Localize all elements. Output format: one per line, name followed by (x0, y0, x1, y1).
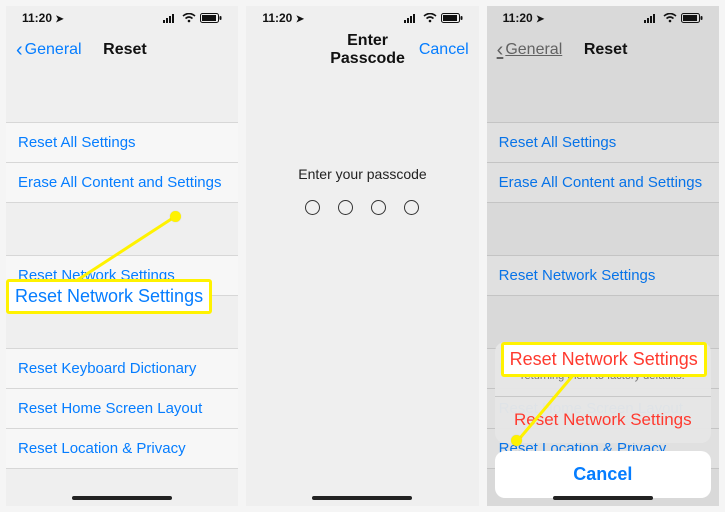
reset-home-screen-layout[interactable]: Reset Home Screen Layout (6, 389, 238, 429)
chevron-left-icon: ‹ (16, 40, 23, 60)
location-arrow-icon: ➤ (296, 14, 304, 25)
signal-icon (163, 13, 178, 23)
erase-all-content[interactable]: Erase All Content and Settings (487, 163, 719, 203)
status-time: 11:20 (22, 11, 52, 25)
reset-group-3: Reset Keyboard Dictionary Reset Home Scr… (6, 348, 238, 469)
battery-icon (681, 13, 703, 23)
passcode-prompt: Enter your passcode (298, 166, 426, 182)
passcode-area: Enter your passcode (246, 70, 478, 506)
screen-2-passcode: 11:20 ➤ Enter Passcode Cancel Enter your… (246, 6, 478, 506)
back-label: General (25, 41, 82, 59)
callout-dot (511, 435, 522, 446)
erase-all-content[interactable]: Erase All Content and Settings (6, 163, 238, 203)
reset-network-settings[interactable]: Reset Network Settings (487, 255, 719, 296)
nav-bar: ‹General Reset (6, 30, 238, 70)
nav-title: Reset (562, 41, 649, 59)
passcode-dot (371, 200, 386, 215)
action-sheet-cancel[interactable]: Cancel (495, 451, 711, 498)
signal-icon (404, 13, 419, 23)
wifi-icon (182, 13, 196, 23)
action-sheet-confirm[interactable]: Reset Network Settings (495, 397, 711, 443)
nav-title: Enter Passcode (316, 32, 419, 68)
reset-location-privacy[interactable]: Reset Location & Privacy (6, 429, 238, 469)
nav-title: Reset (82, 41, 169, 59)
home-indicator[interactable] (553, 496, 653, 500)
status-bar: 11:20 ➤ (246, 6, 478, 30)
status-bar: 11:20 ➤ (6, 6, 238, 30)
reset-keyboard-dictionary[interactable]: Reset Keyboard Dictionary (6, 348, 238, 389)
passcode-dot (338, 200, 353, 215)
status-time: 11:20 (503, 11, 533, 25)
battery-icon (441, 13, 463, 23)
callout-reset-network: Reset Network Settings (6, 279, 212, 314)
nav-bar: ‹General Reset (487, 30, 719, 70)
reset-all-settings[interactable]: Reset All Settings (6, 122, 238, 163)
battery-icon (200, 13, 222, 23)
wifi-icon (423, 13, 437, 23)
status-time: 11:20 (262, 11, 292, 25)
back-label: General (505, 41, 562, 59)
home-indicator[interactable] (312, 496, 412, 500)
reset-all-settings[interactable]: Reset All Settings (487, 122, 719, 163)
reset-group-1: Reset All Settings Erase All Content and… (487, 122, 719, 203)
callout-dot (170, 211, 181, 222)
chevron-left-icon: ‹ (497, 40, 504, 60)
location-arrow-icon: ➤ (55, 14, 63, 25)
passcode-dots[interactable] (305, 200, 419, 215)
back-button[interactable]: ‹General (16, 40, 82, 60)
signal-icon (644, 13, 659, 23)
passcode-dot (404, 200, 419, 215)
callout-reset-network: Reset Network Settings (501, 342, 707, 377)
cancel-button[interactable]: Cancel (419, 41, 469, 59)
reset-group-1: Reset All Settings Erase All Content and… (6, 122, 238, 203)
home-indicator[interactable] (72, 496, 172, 500)
location-arrow-icon: ➤ (536, 14, 544, 25)
passcode-dot (305, 200, 320, 215)
reset-group-2: Reset Network Settings (487, 255, 719, 296)
nav-bar: Enter Passcode Cancel (246, 30, 478, 70)
back-button[interactable]: ‹General (497, 40, 563, 60)
wifi-icon (663, 13, 677, 23)
status-bar: 11:20 ➤ (487, 6, 719, 30)
screen-3-confirm: 11:20 ➤ ‹General Reset Reset All Setting… (487, 6, 719, 506)
screen-1-reset: 11:20 ➤ ‹General Reset Reset All Setting… (6, 6, 238, 506)
